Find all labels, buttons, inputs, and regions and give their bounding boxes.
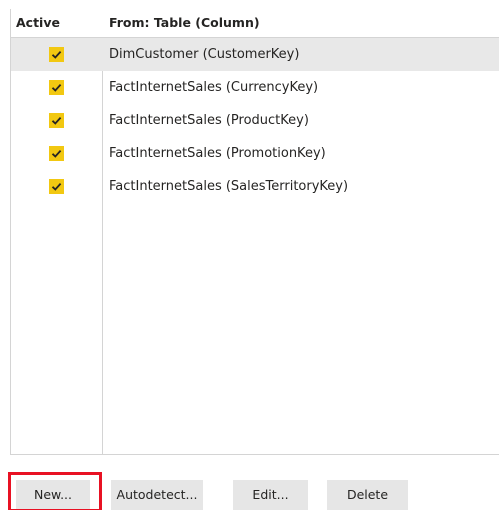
checkmark-icon [51,182,62,191]
active-checkbox[interactable] [49,80,64,95]
table-row[interactable]: FactInternetSales (PromotionKey) [11,137,499,170]
active-checkbox[interactable] [49,47,64,62]
header-from-table-column[interactable]: From: Table (Column) [109,9,260,37]
relationships-table: Active From: Table (Column) DimCustomer … [10,9,499,455]
checkmark-icon [51,50,62,59]
new-button[interactable]: New... [16,480,90,510]
autodetect-button[interactable]: Autodetect... [111,480,203,510]
table-rows: DimCustomer (CustomerKey) FactInternetSa… [11,38,499,203]
table-row[interactable]: FactInternetSales (SalesTerritoryKey) [11,170,499,203]
manage-relationships-dialog: Active From: Table (Column) DimCustomer … [0,0,499,510]
table-row[interactable]: FactInternetSales (CurrencyKey) [11,71,499,104]
active-checkbox[interactable] [49,146,64,161]
checkmark-icon [51,83,62,92]
relationship-label: FactInternetSales (PromotionKey) [109,146,326,161]
table-header: Active From: Table (Column) [11,9,499,38]
relationship-label: FactInternetSales (SalesTerritoryKey) [109,179,349,194]
delete-button[interactable]: Delete [327,480,408,510]
edit-button[interactable]: Edit... [233,480,308,510]
relationship-label: DimCustomer (CustomerKey) [109,47,300,62]
checkmark-icon [51,149,62,158]
checkmark-icon [51,116,62,125]
table-row[interactable]: FactInternetSales (ProductKey) [11,104,499,137]
relationship-label: FactInternetSales (ProductKey) [109,113,309,128]
table-row[interactable]: DimCustomer (CustomerKey) [11,38,499,71]
active-checkbox[interactable] [49,179,64,194]
active-checkbox[interactable] [49,113,64,128]
relationship-label: FactInternetSales (CurrencyKey) [109,80,319,95]
header-active[interactable]: Active [16,9,60,37]
